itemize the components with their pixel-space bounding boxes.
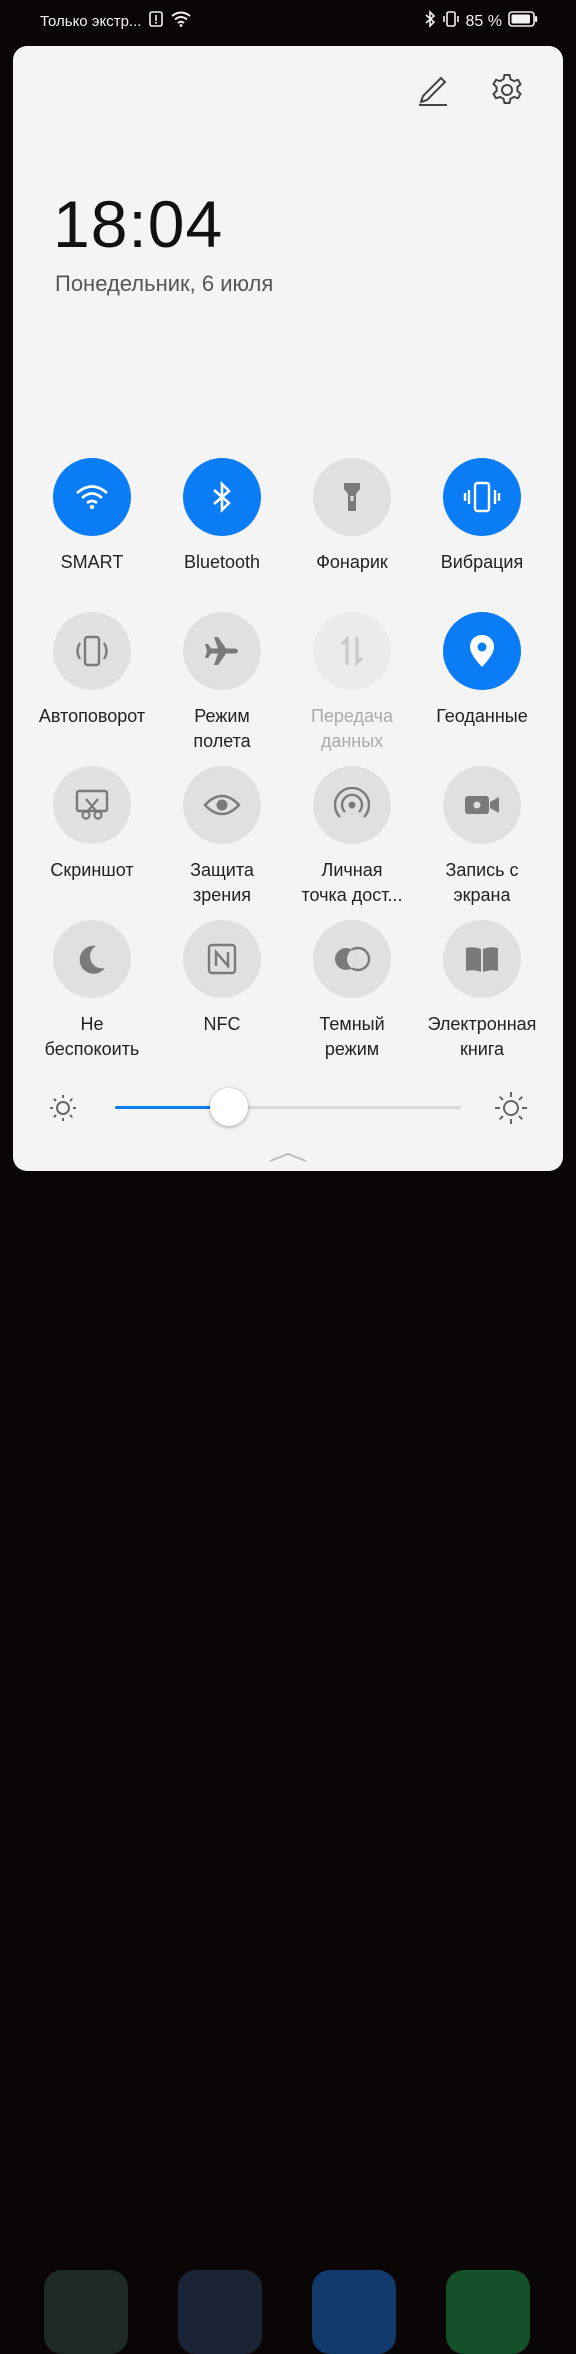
flashlight-icon [344,483,360,511]
tile-location[interactable]: Геоданные [417,612,547,729]
status-bar: Только экстр... 85 % [0,0,576,40]
tile-nfc[interactable]: NFC [157,920,287,1037]
edit-tiles-button[interactable] [415,72,451,108]
tile-label: Передача данных [310,706,394,751]
brightness-track[interactable] [115,1106,461,1109]
tile-label: Автоповорот [38,706,146,726]
tile-label: Не беспокоить [44,1014,140,1059]
tile-label: Вибрация [440,552,524,572]
tile-eye-comfort[interactable]: Защита зрения [157,766,287,908]
tile-label: Скриншот [50,860,134,880]
tile-label: SMART [60,552,124,572]
chevron-up-icon [269,1152,307,1162]
dock-app-icon [178,2270,262,2354]
tile-screenshot-toggle[interactable] [53,766,131,844]
tile-hotspot[interactable]: Личная точка дост... [287,766,417,908]
tile-dark-mode-toggle[interactable] [313,920,391,998]
tile-mobile-data-toggle[interactable] [313,612,391,690]
tile-flashlight-toggle[interactable] [313,458,391,536]
brightness-low-icon [47,1092,79,1129]
tile-bluetooth[interactable]: Bluetooth [157,458,287,575]
date-text: Понедельник, 6 июля [55,271,274,296]
bluetooth-icon [213,481,231,513]
tile-label: NFC [203,1014,241,1034]
dock-app-icon [44,2270,128,2354]
nfc-icon [207,943,237,975]
wifi-icon [76,485,108,510]
location-icon [470,635,494,667]
airplane-icon [205,637,238,665]
tile-airplane[interactable]: Режим полета [157,612,287,754]
tile-smart-wifi[interactable]: SMART [27,458,157,575]
tile-smart-wifi-toggle[interactable] [53,458,131,536]
tile-screen-record-toggle[interactable] [443,766,521,844]
bluetooth-status-icon [424,10,436,33]
tile-label: Bluetooth [183,552,261,572]
tile-flashlight[interactable]: Фонарик [287,458,417,575]
tile-location-toggle[interactable] [443,612,521,690]
tile-ebook[interactable]: Электронная книга [417,920,547,1062]
tile-do-not-disturb[interactable]: Не беспокоить [27,920,157,1062]
clock-time: 18:04 [53,187,224,261]
dock-app-icon [446,2270,530,2354]
carrier-text: Только экстр... [40,12,142,30]
tile-bluetooth-toggle[interactable] [183,458,261,536]
brightness-thumb[interactable] [210,1088,249,1126]
tile-label: Электронная книга [427,1014,537,1059]
autorotate-icon [76,635,108,667]
gear-icon [492,74,522,104]
tile-screen-record[interactable]: Запись с экрана [417,766,547,908]
brightness-slider[interactable] [13,1086,563,1130]
tile-dark-mode[interactable]: Темный режим [287,920,417,1062]
screenshot-icon [75,789,109,820]
wifi-status-icon [171,11,192,31]
mobile-data-icon [340,635,364,667]
tile-airplane-toggle[interactable] [183,612,261,690]
battery-icon [508,11,538,32]
moon-icon [79,945,105,974]
tile-label: Защита зрения [190,860,254,905]
settings-button[interactable] [489,72,525,108]
tile-eye-comfort-toggle[interactable] [183,766,261,844]
tile-hotspot-toggle[interactable] [313,766,391,844]
tile-vibration-toggle[interactable] [443,458,521,536]
hotspot-icon [334,787,370,818]
tile-autorotate[interactable]: Автоповорот [27,612,157,729]
pencil-icon [419,76,447,106]
dock-app-icon [312,2270,396,2354]
collapse-handle[interactable] [268,1150,308,1162]
tile-label: Геоданные [436,706,528,726]
dark-mode-icon [335,946,371,972]
ebook-icon [466,947,498,972]
tile-label: Запись с экрана [445,860,519,905]
alert-icon [149,11,164,31]
battery-percent: 85 % [465,12,502,30]
screen-record-icon [465,796,499,814]
tile-ebook-toggle[interactable] [443,920,521,998]
tile-label: Темный режим [319,1014,385,1059]
tile-screenshot[interactable]: Скриншот [27,766,157,883]
eye-icon [203,794,241,816]
tile-nfc-toggle[interactable] [183,920,261,998]
brightness-high-icon [493,1090,529,1131]
tile-label: Личная точка дост... [301,860,403,905]
quick-settings-panel: 18:04 Понедельник, 6 июля SMART Bluetoot… [13,46,563,1171]
tile-label: Режим полета [193,706,251,751]
vibrate-status-icon [442,10,460,33]
vibration-icon [463,481,501,513]
tile-vibration[interactable]: Вибрация [417,458,547,575]
tile-label: Фонарик [316,552,388,572]
tile-do-not-disturb-toggle[interactable] [53,920,131,998]
tile-mobile-data[interactable]: Передача данных [287,612,417,754]
tile-autorotate-toggle[interactable] [53,612,131,690]
